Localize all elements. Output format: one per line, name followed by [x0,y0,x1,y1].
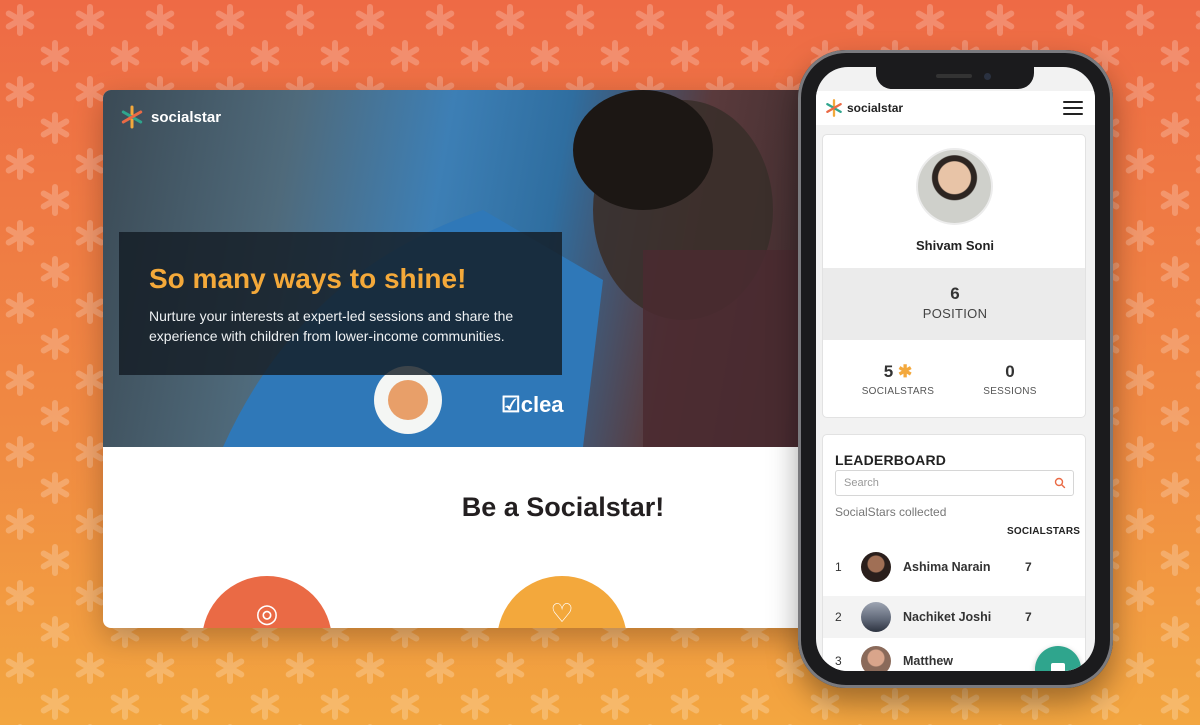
socialstars-label: SOCIALSTARS [861,386,935,397]
hero-subtitle: Nurture your interests at expert-led ses… [149,308,514,344]
socialstars-stat: 5 ✱ SOCIALSTARS [843,362,953,397]
avatar [861,646,891,671]
socialstars-value: 5 [883,362,894,381]
row-rank: 3 [835,654,842,668]
feature-circle-orange: ♡ [497,576,627,628]
sessions-label: SESSIONS [983,386,1037,397]
hero-logo[interactable]: socialstar [119,104,221,130]
socialstar-logo-icon [826,99,842,117]
leaderboard-column-header: SOCIALSTARS [1007,526,1081,537]
desktop-mockup: ☑clea socialstar So many ways to shine! … [103,90,823,628]
position-label: POSITION [922,306,988,321]
leaderboard-row[interactable]: 1 Ashima Narain 7 [823,546,1085,588]
row-name: Matthew [903,653,953,668]
socialstar-logo-icon [121,105,143,129]
hero-title: So many ways to shine! [149,263,467,294]
avatar [861,602,891,632]
leaderboard-title: LEADERBOARD [835,452,947,468]
phone-logo[interactable]: socialstar [824,98,903,118]
hero-banner: ☑clea socialstar So many ways to shine! … [103,90,823,447]
leaderboard-subtitle: SocialStars collected [835,505,947,519]
hero-card: So many ways to shine! Nurture your inte… [119,232,562,375]
position-box: 6 POSITION [823,268,1085,340]
heart-icon: ♡ [550,598,574,628]
profile-name: Shivam Soni [915,238,995,253]
sessions-stat: 0 SESSIONS [955,362,1065,397]
position-value: 6 [950,284,960,303]
profile-card: Shivam Soni 6 POSITION 5 ✱ SOCIALSTARS 0… [822,134,1086,418]
row-name: Nachiket Joshi [903,609,992,624]
phone-header: socialstar [816,91,1095,125]
camera-icon [984,73,991,80]
row-name: Ashima Narain [903,559,991,574]
row-value: 7 [1025,560,1032,574]
svg-text:☑clea: ☑clea [501,392,564,417]
sessions-value: 0 [1005,362,1015,381]
avatar [916,148,993,225]
star-icon: ✱ [897,362,913,381]
brand-name: socialstar [151,108,222,126]
speaker-grille [936,74,972,78]
search-icon[interactable] [1053,476,1067,490]
leaderboard-row[interactable]: 2 Nachiket Joshi 7 [823,596,1085,638]
phone-mockup: socialstar Shivam Soni 6 POSITION 5 ✱ SO… [798,50,1113,688]
row-rank: 2 [835,610,842,624]
avatar [861,552,891,582]
phone-screen: socialstar Shivam Soni 6 POSITION 5 ✱ SO… [816,67,1095,671]
section-title: Be a Socialstar! [461,492,665,522]
leaderboard-search-input[interactable] [835,470,1074,496]
brand-name: socialstar [847,101,904,115]
leaderboard-card: LEADERBOARD SocialStars collected SOCIAL… [822,434,1086,671]
location-pin-icon: ◎ [255,598,279,628]
row-rank: 1 [835,560,842,574]
phone-notch [876,67,1034,89]
feature-circle-coral: ◎ [202,576,332,628]
hamburger-menu-icon[interactable] [1063,101,1083,115]
row-value: 7 [1025,610,1032,624]
chat-icon [1051,663,1065,671]
